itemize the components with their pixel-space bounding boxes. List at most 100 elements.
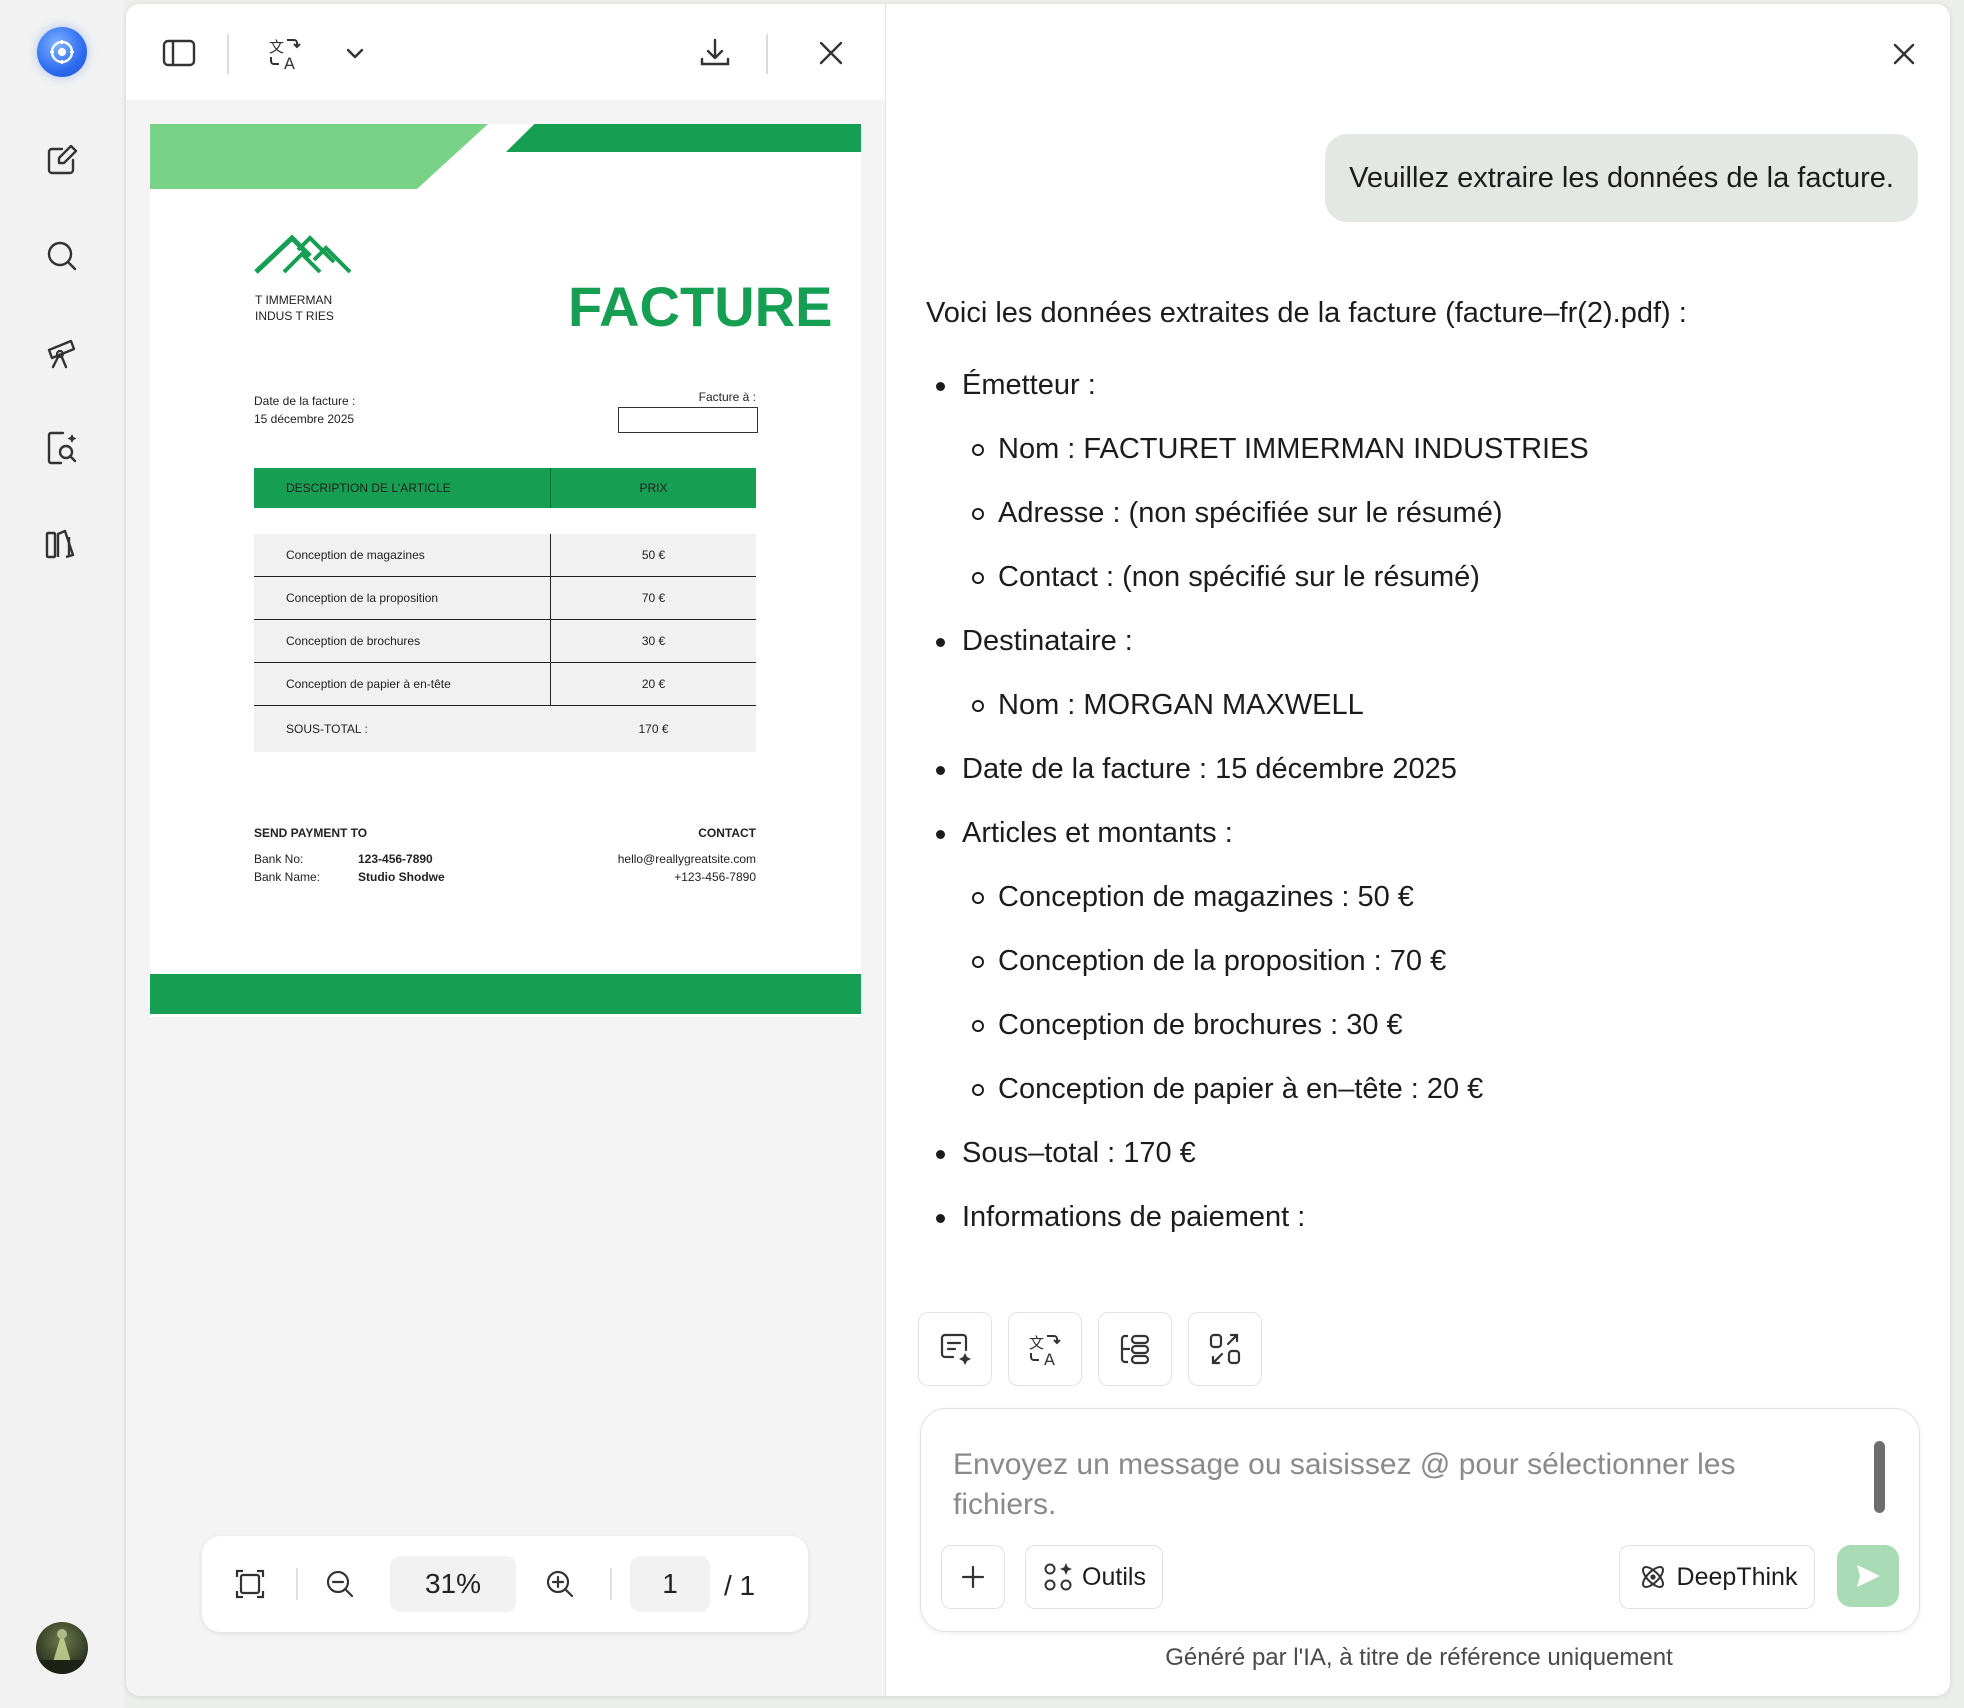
page-total: / 1 (724, 1570, 756, 1601)
table-row: Conception de brochures 30 € (254, 620, 756, 663)
subtotal-value: 170 € (638, 722, 669, 736)
answer-sub-item: Adresse : (non spécifiée sur le résumé) (926, 494, 1906, 532)
bank-no-label: Bank No: (254, 852, 304, 866)
new-chat-icon[interactable] (40, 138, 84, 182)
tools-button[interactable]: Outils (1025, 1545, 1163, 1609)
toolbar-divider (766, 34, 768, 74)
row-description: Conception de magazines (254, 534, 551, 576)
app-logo[interactable] (37, 27, 87, 77)
mindmap-icon (1120, 1334, 1150, 1365)
zoom-divider (296, 1568, 298, 1600)
answer-list: Émetteur : Nom : FACTURET IMMERMAN INDUST… (926, 366, 1906, 1236)
bank-name-label: Bank Name: (254, 870, 321, 884)
zoom-out-icon[interactable] (320, 1564, 360, 1604)
svg-text:A: A (284, 54, 295, 71)
user-message: Veuillez extraire les données de la fact… (1325, 134, 1918, 222)
svg-text:文: 文 (1029, 1334, 1044, 1352)
convert-action[interactable] (1188, 1312, 1262, 1386)
row-price: 50 € (641, 548, 666, 562)
answer-sub-item: Conception de la proposition : 70 € (926, 942, 1906, 980)
header-shape-light (150, 124, 488, 189)
answer-bullet-item: Date de la facture : 15 décembre 2025 (926, 750, 1906, 788)
chat-close-icon[interactable] (1882, 32, 1926, 76)
answer-bullet-item: Destinataire : (926, 622, 1906, 660)
bank-no-value: 123-456-7890 (358, 852, 433, 866)
close-icon[interactable] (808, 30, 854, 76)
user-avatar[interactable] (36, 1622, 88, 1674)
ai-assistant-icon (50, 40, 74, 64)
ai-disclaimer: Généré par l'IA, à titre de référence un… (1165, 1644, 1673, 1671)
subtotal-label: SOUS-TOTAL : (286, 722, 368, 736)
bank-name-value: Studio Shodwe (358, 870, 445, 884)
table-row: Conception de la proposition 70 € (254, 577, 756, 620)
translate-action[interactable]: 文A (1008, 1312, 1082, 1386)
message-composer: Envoyez un message ou saisissez @ pour s… (920, 1408, 1920, 1632)
tools-icon (1044, 1563, 1073, 1591)
table-header: DESCRIPTION DE L'ARTICLE PRIX (254, 468, 756, 508)
invoice-page: T IMMERMAN INDUS T RIES FACTURE Date de … (150, 124, 861, 1017)
plus-icon (961, 1565, 985, 1589)
summary-action[interactable] (918, 1312, 992, 1386)
add-attachment-button[interactable] (941, 1545, 1005, 1609)
company-logo-icon (254, 234, 352, 274)
search-icon[interactable] (40, 234, 84, 278)
header-description: DESCRIPTION DE L'ARTICLE (254, 468, 551, 508)
zoom-level[interactable]: 31% (390, 1556, 516, 1612)
avatar-image (36, 1629, 88, 1674)
contact-phone: +123-456-7890 (674, 870, 756, 884)
sidebar-toggle-icon[interactable] (156, 30, 202, 76)
invoice-title: FACTURE (568, 275, 833, 338)
invoice-date-block: Date de la facture : 15 décembre 2025 (254, 392, 355, 428)
date-value: 15 décembre 2025 (254, 412, 355, 426)
header-shape-dark (506, 124, 861, 152)
answer-bullet-item: Articles et montants : (926, 814, 1906, 852)
answer-sub-item: Contact : (non spécifié sur le résumé) (926, 558, 1906, 596)
fit-page-icon[interactable] (230, 1564, 270, 1604)
answer-bullet-item: Émetteur : (926, 366, 1906, 404)
answer-bullet-item: Sous–total : 170 € (926, 1134, 1906, 1172)
zoom-toolbar: 31% 1 / 1 (202, 1536, 808, 1632)
footer-bar (150, 974, 861, 1014)
telescope-icon[interactable] (40, 330, 84, 374)
subtotal-row: SOUS-TOTAL : 170 € (254, 706, 756, 752)
atom-icon (1641, 1566, 1664, 1588)
deepthink-label: DeepThink (1676, 1562, 1798, 1591)
svg-text:文: 文 (269, 38, 284, 56)
company-name: T IMMERMAN INDUS T RIES (255, 292, 334, 324)
bill-to-label: Facture à : (698, 390, 756, 404)
items-table: DESCRIPTION DE L'ARTICLE PRIX Conception… (254, 468, 756, 752)
translate-icon[interactable]: 文A (262, 30, 308, 76)
zoom-divider (610, 1568, 612, 1600)
tools-label: Outils (1082, 1562, 1146, 1591)
row-price: 70 € (641, 591, 666, 605)
page-number-input[interactable]: 1 (630, 1556, 710, 1612)
pdf-viewer: 文A T IMMERMAN INDUS T RIES FACTURE Date … (126, 4, 886, 1696)
summary-icon (940, 1333, 971, 1365)
svg-text:A: A (1044, 1350, 1055, 1368)
viewer-toolbar: 文A (126, 4, 885, 100)
mindmap-action[interactable] (1098, 1312, 1172, 1386)
contact-title: CONTACT (698, 826, 756, 840)
contact-email: hello@reallygreatsite.com (617, 852, 756, 866)
library-icon[interactable] (40, 522, 84, 566)
chevron-down-icon[interactable] (332, 30, 378, 76)
row-description: Conception de brochures (254, 620, 551, 662)
table-row: Conception de papier à en-tête 20 € (254, 663, 756, 706)
download-icon[interactable] (692, 30, 738, 76)
message-input[interactable]: Envoyez un message ou saisissez @ pour s… (953, 1445, 1813, 1525)
row-description: Conception de la proposition (254, 577, 551, 619)
answer-intro: Voici les données extraites de la factur… (926, 297, 1687, 329)
answer-sub-item: Conception de brochures : 30 € (926, 1006, 1906, 1044)
send-button[interactable] (1837, 1545, 1899, 1607)
main-card: 文A T IMMERMAN INDUS T RIES FACTURE Date … (126, 4, 1950, 1696)
zoom-in-icon[interactable] (540, 1564, 580, 1604)
date-label: Date de la facture : (254, 394, 356, 408)
convert-icon (1209, 1333, 1241, 1365)
translate-icon: 文A (1029, 1334, 1061, 1368)
deepthink-button[interactable]: DeepThink (1619, 1545, 1815, 1609)
document-search-icon[interactable] (40, 426, 84, 470)
header-price: PRIX (639, 481, 668, 495)
input-scrollbar[interactable] (1874, 1441, 1885, 1513)
answer-sub-item: Conception de papier à en–tête : 20 € (926, 1070, 1906, 1108)
company-line-2: INDUS T RIES (255, 309, 334, 323)
